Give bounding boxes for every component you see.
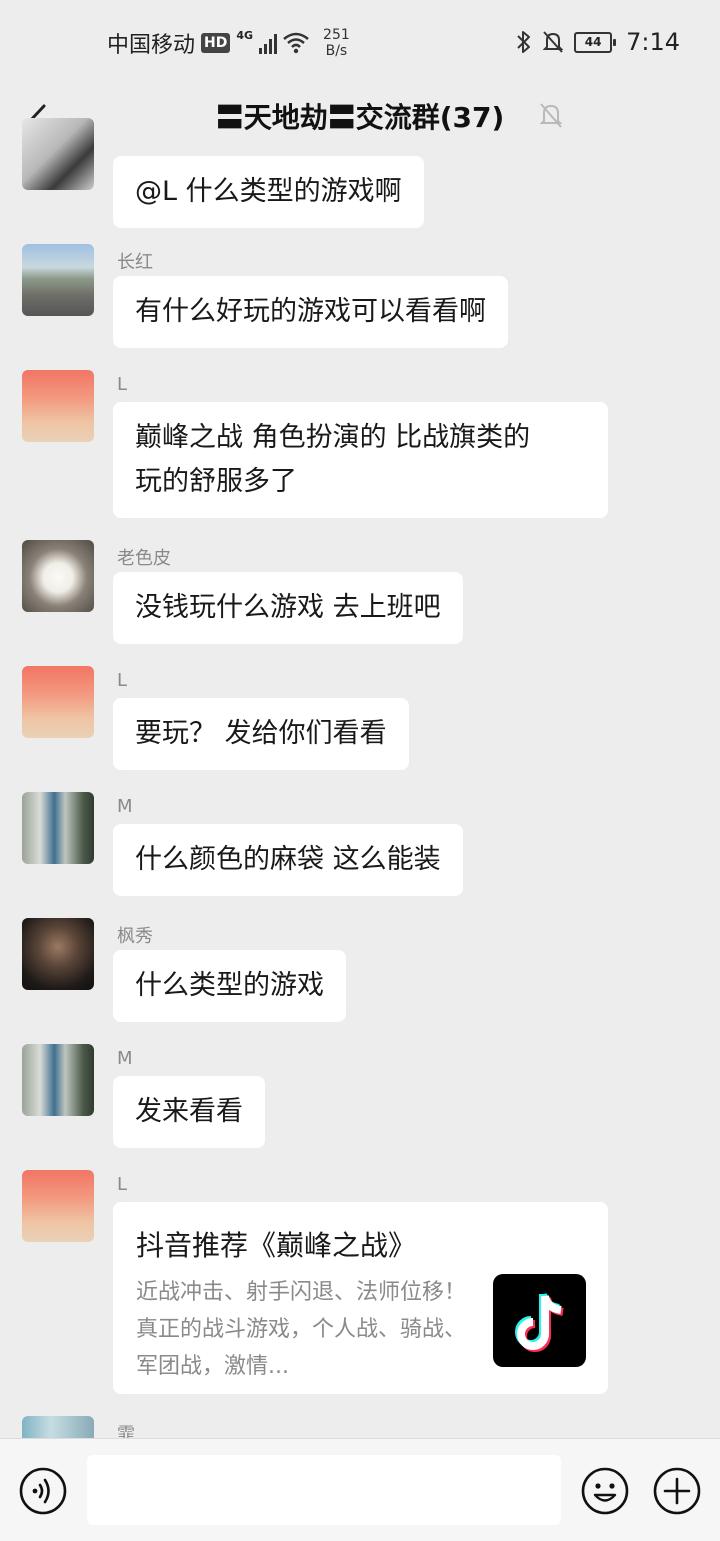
sender-name: 枫秀 (117, 926, 153, 947)
network-speed: 251 B/s (323, 27, 350, 59)
message-bubble[interactable]: @L 什么类型的游戏啊 (113, 156, 424, 228)
more-button[interactable] (652, 1466, 702, 1516)
sender-name: M (117, 1048, 133, 1069)
input-bar (0, 1438, 720, 1541)
message-line: 巅峰之战 角色扮演的 比战旗类的 (135, 422, 531, 453)
message-line: 玩的舒服多了 (135, 466, 297, 497)
message-bubble[interactable]: 什么类型的游戏 (113, 950, 346, 1022)
sender-name: L (117, 670, 128, 691)
avatar[interactable] (22, 540, 94, 612)
avatar[interactable] (22, 1170, 94, 1242)
sender-name: M (117, 796, 133, 817)
message-input[interactable] (87, 1455, 561, 1525)
share-card[interactable]: 抖音推荐《巅峰之战》 近战冲击、射手闪退、法师位移！真正的战斗游戏，个人战、骑战… (113, 1202, 608, 1394)
avatar[interactable] (22, 370, 94, 442)
bluetooth-icon (517, 31, 531, 53)
signal-icon (259, 32, 278, 54)
network-speed-unit: B/s (325, 43, 348, 59)
clock: 7:14 (626, 28, 680, 56)
sender-name: L (117, 1174, 128, 1195)
sender-name: L (117, 374, 128, 395)
network-type: 4G (236, 28, 254, 42)
message-bubble[interactable]: 要玩？ 发给你们看看 (113, 698, 409, 770)
avatar[interactable] (22, 118, 94, 190)
voice-button[interactable] (18, 1466, 68, 1516)
mute-status-icon (542, 31, 564, 53)
sender-name: 长红 (117, 252, 153, 273)
chat-header: 〓天地劫〓交流群(37) (0, 84, 720, 156)
avatar[interactable] (22, 1416, 94, 1438)
avatar[interactable] (22, 1044, 94, 1116)
status-right: 44 7:14 (516, 26, 680, 58)
group-title[interactable]: 〓天地劫〓交流群(37) (0, 96, 720, 136)
tiktok-logo-icon (493, 1274, 586, 1367)
message-bubble[interactable]: 有什么好玩的游戏可以看看啊 (113, 276, 508, 348)
avatar[interactable] (22, 666, 94, 738)
avatar[interactable] (22, 792, 94, 864)
emoji-icon (581, 1467, 629, 1515)
avatar[interactable] (22, 244, 94, 316)
hd-badge: HD (201, 33, 231, 53)
mute-bell-icon (539, 103, 563, 128)
status-bar: 中国移动 HD 4G 251 B/s 44 7:14 (0, 0, 720, 84)
card-description: 近战冲击、射手闪退、法师位移！真正的战斗游戏，个人战、骑战、军团战，激情... (136, 1280, 467, 1379)
sender-name: 老色皮 (117, 548, 171, 569)
emoji-button[interactable] (580, 1466, 630, 1516)
wifi-icon (283, 32, 309, 54)
carrier-name: 中国移动 (107, 33, 196, 58)
card-title: 抖音推荐《巅峰之战》 (136, 1229, 417, 1262)
battery-indicator: 44 (574, 31, 617, 53)
message-bubble[interactable]: 什么颜色的麻袋 这么能装 (113, 824, 463, 896)
message-bubble[interactable]: 没钱玩什么游戏 去上班吧 (113, 572, 463, 644)
message-bubble[interactable]: 发来看看 (113, 1076, 265, 1148)
voice-icon (19, 1467, 67, 1515)
message-bubble[interactable]: 巅峰之战 角色扮演的 比战旗类的 玩的舒服多了 (113, 402, 608, 518)
avatar[interactable] (22, 918, 94, 990)
network-speed-value: 251 (323, 27, 350, 43)
status-left: 中国移动 HD 4G 251 B/s (107, 27, 350, 59)
plus-icon (653, 1467, 701, 1515)
